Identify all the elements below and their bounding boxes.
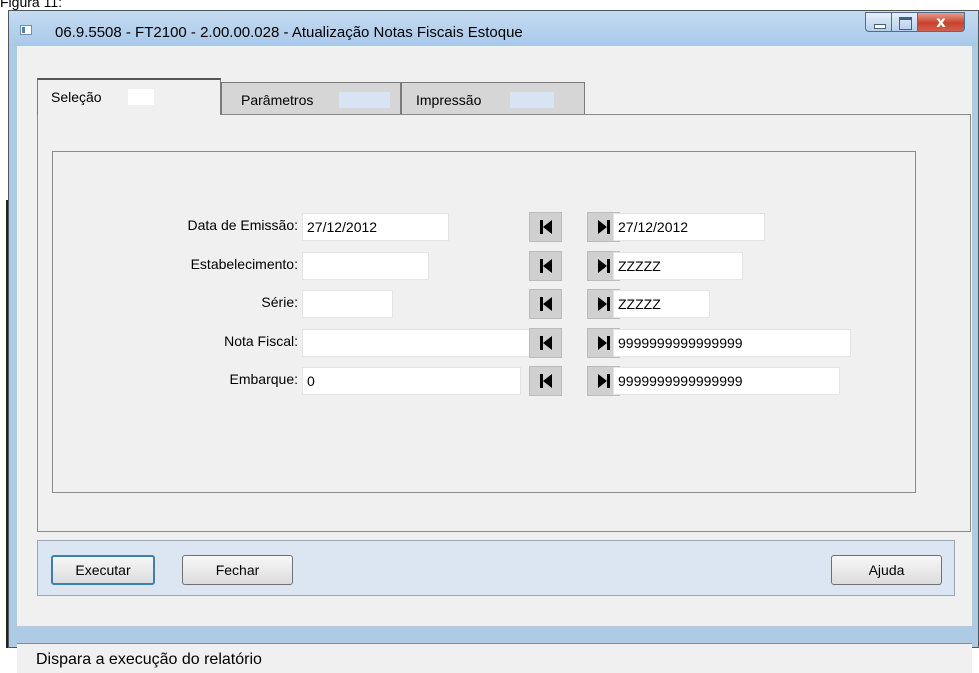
nav-first-serie[interactable] (529, 289, 562, 319)
label-serie: Série: (261, 294, 298, 310)
app-window: 06.9.5508 - FT2100 - 2.00.00.028 - Atual… (8, 10, 979, 673)
maximize-icon[interactable] (892, 12, 918, 32)
tab-impressao[interactable]: Impressão (401, 82, 585, 115)
skip-to-last-icon (598, 220, 610, 234)
embarque-to-input[interactable]: 9999999999999999 (613, 367, 840, 395)
skip-to-last-icon (598, 297, 610, 311)
skip-to-first-icon (540, 220, 552, 234)
skip-to-first-icon (540, 374, 552, 388)
label-data-emissao: Data de Emissão: (187, 217, 299, 233)
minimize-icon[interactable] (865, 12, 892, 32)
tab-selecao[interactable]: Seleção (37, 78, 221, 115)
tab-marker (128, 89, 154, 105)
skip-to-first-icon (540, 259, 552, 273)
tab-page-selecao: Data de Emissão: 27/12/2012 27/12/2012 E… (37, 114, 971, 532)
nav-first-data-emissao[interactable] (529, 212, 562, 242)
tab-label: Seleção (51, 89, 102, 105)
label-estabelecimento: Estabelecimento: (190, 256, 298, 272)
estabelecimento-to-input[interactable]: ZZZZZ (613, 252, 743, 280)
skip-to-first-icon (540, 297, 552, 311)
tab-parametros[interactable]: Parâmetros (221, 82, 401, 115)
skip-to-first-icon (540, 336, 552, 350)
label-nota-fiscal: Nota Fiscal: (224, 333, 298, 349)
nav-first-embarque[interactable] (529, 366, 562, 396)
estabelecimento-from-input[interactable] (302, 252, 429, 280)
skip-to-last-icon (598, 374, 610, 388)
nav-first-estabelecimento[interactable] (529, 251, 562, 281)
status-text: Dispara a execução do relatório (36, 651, 262, 668)
nota-fiscal-from-input[interactable] (302, 329, 538, 357)
embarque-from-input[interactable]: 0 (302, 367, 521, 395)
client-area: Seleção Parâmetros Impressão Data de Emi… (17, 46, 972, 673)
close-glyph: x (936, 13, 946, 31)
nav-first-nota-fiscal[interactable] (529, 328, 562, 358)
tab-label: Impressão (416, 92, 482, 108)
label-embarque: Embarque: (229, 371, 298, 387)
data-emissao-to-input[interactable]: 27/12/2012 (613, 213, 765, 241)
skip-to-last-icon (598, 336, 610, 350)
caption-fragment: Figura 11: (0, 0, 62, 10)
close-button[interactable]: Fechar (182, 555, 293, 585)
serie-from-input[interactable] (302, 290, 393, 318)
help-button[interactable]: Ajuda (831, 555, 942, 585)
app-icon[interactable] (20, 25, 32, 35)
title-bar[interactable]: 06.9.5508 - FT2100 - 2.00.00.028 - Atual… (9, 11, 978, 46)
tab-label: Parâmetros (241, 92, 314, 108)
tab-marker (339, 92, 390, 108)
nota-fiscal-to-input[interactable]: 9999999999999999 (613, 329, 851, 357)
button-bar: Executar Fechar Ajuda (37, 540, 955, 596)
skip-to-last-icon (598, 259, 610, 273)
serie-to-input[interactable]: ZZZZZ (613, 290, 710, 318)
execute-button[interactable]: Executar (51, 555, 155, 585)
selection-group (52, 151, 916, 493)
close-icon[interactable]: x (918, 12, 965, 32)
window-controls: x (865, 12, 965, 32)
data-emissao-from-input[interactable]: 27/12/2012 (302, 213, 449, 241)
window-title: 06.9.5508 - FT2100 - 2.00.00.028 - Atual… (55, 24, 523, 41)
tab-marker (510, 92, 554, 108)
